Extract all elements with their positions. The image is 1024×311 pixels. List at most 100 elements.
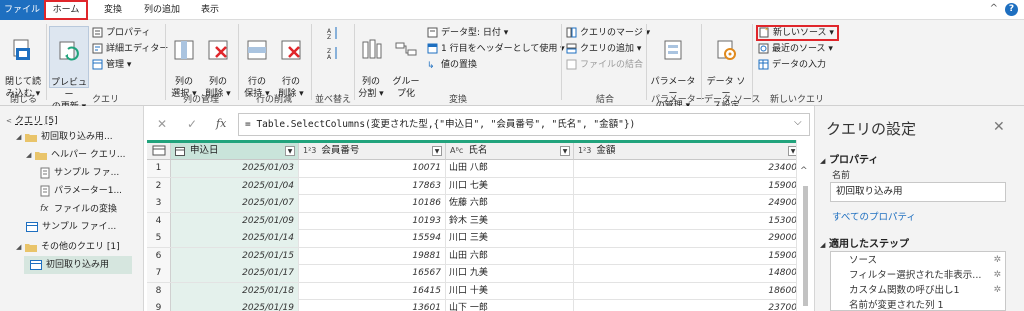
cell-name[interactable]: 川口 九美 xyxy=(446,265,574,282)
cell-member-number[interactable]: 10193 xyxy=(299,212,446,230)
combine-files-button[interactable]: ファイルの結合 xyxy=(566,58,643,72)
cell-date[interactable]: 2025/01/09 xyxy=(171,212,299,230)
tab-view[interactable]: 表示 xyxy=(190,0,230,20)
cell-member-number[interactable]: 19881 xyxy=(299,247,446,265)
scrollbar-thumb[interactable] xyxy=(803,186,808,306)
remove-columns-button[interactable]: 列の 削除 ▾ xyxy=(203,26,233,100)
cell-amount[interactable]: 24900 xyxy=(574,195,802,212)
tab-file[interactable]: ファイル xyxy=(0,0,44,20)
close-and-load-button[interactable]: 閉じて読 み込む ▾ xyxy=(4,26,42,100)
applied-steps-section-header[interactable]: ◢ 適用したステップ xyxy=(820,235,909,250)
group-by-button[interactable]: グルー プ化 xyxy=(390,26,422,100)
cell-date[interactable]: 2025/01/17 xyxy=(171,265,299,282)
query-group-other[interactable]: ◢ その他のクエリ [1] xyxy=(16,238,120,256)
column-header-date[interactable]: 申込日 ▼ xyxy=(171,143,299,160)
cell-amount[interactable]: 23700 xyxy=(574,300,802,311)
expand-formula-icon[interactable]: ⌵ xyxy=(794,117,802,128)
properties-section-header[interactable]: ◢ プロパティ xyxy=(820,151,878,166)
tab-home[interactable]: ホーム xyxy=(44,0,88,20)
confirm-formula-icon[interactable]: ✓ xyxy=(187,117,197,131)
cell-date[interactable]: 2025/01/19 xyxy=(171,300,299,311)
table-row[interactable]: 5 2025/01/14 15594 川口 三美 29000 xyxy=(147,230,802,248)
data-type-dropdown[interactable]: データ型: 日付 ▾ xyxy=(427,26,508,40)
vertical-scrollbar[interactable]: ^ xyxy=(796,140,814,311)
table-row[interactable]: 1 2025/01/03 10071 山田 八郎 23400 xyxy=(147,160,802,178)
cell-date[interactable]: 2025/01/18 xyxy=(171,282,299,300)
cell-name[interactable]: 川口 七美 xyxy=(446,177,574,195)
cell-member-number[interactable]: 13601 xyxy=(299,300,446,311)
table-row[interactable]: 6 2025/01/15 19881 山田 六郎 15900 xyxy=(147,247,802,265)
new-source-button[interactable]: * 新しいソース ▾ xyxy=(756,25,839,41)
gear-icon[interactable]: ✲ xyxy=(993,283,1001,298)
column-header-amount[interactable]: 1²3 金額 ▼ xyxy=(574,143,802,160)
replace-values-button[interactable]: ↳ 値の置換 xyxy=(427,58,477,72)
query-item-transform-file[interactable]: fx ファイルの変換 xyxy=(40,200,117,218)
scroll-up-icon[interactable]: ^ xyxy=(800,166,808,176)
enter-data-button[interactable]: データの入力 xyxy=(758,58,826,72)
column-filter-dropdown-icon[interactable]: ▼ xyxy=(432,146,442,156)
advanced-editor-button[interactable]: 詳細エディター xyxy=(92,42,168,56)
query-item-sample-file[interactable]: サンプル ファ... xyxy=(40,164,119,182)
query-item-selected[interactable]: 初回取り込み用 xyxy=(24,256,132,274)
merge-queries-button[interactable]: クエリのマージ ▾ xyxy=(566,26,650,40)
use-first-row-as-headers-button[interactable]: 1 行目をヘッダーとして使用 ▾ xyxy=(427,42,565,56)
column-header-name[interactable]: Aᴮc 氏名 ▼ xyxy=(446,143,574,160)
cell-name[interactable]: 佐藤 六郎 xyxy=(446,195,574,212)
cell-member-number[interactable]: 10071 xyxy=(299,160,446,177)
table-row[interactable]: 4 2025/01/09 10193 鈴木 三美 15300 xyxy=(147,212,802,230)
keep-rows-button[interactable]: 行の 保持 ▾ xyxy=(242,26,272,100)
cell-amount[interactable]: 18600 xyxy=(574,282,802,300)
cell-member-number[interactable]: 17863 xyxy=(299,177,446,195)
cell-date[interactable]: 2025/01/14 xyxy=(171,230,299,247)
table-row[interactable]: 2 2025/01/04 17863 川口 七美 15900 xyxy=(147,177,802,195)
table-row[interactable]: 8 2025/01/18 16415 川口 十美 18600 xyxy=(147,282,802,300)
table-row[interactable]: 3 2025/01/07 10186 佐藤 六郎 24900 xyxy=(147,195,802,213)
cell-name[interactable]: 川口 三美 xyxy=(446,230,574,247)
cell-amount[interactable]: 14800 xyxy=(574,265,802,282)
gear-icon[interactable]: ✲ xyxy=(993,253,1001,268)
cell-name[interactable]: 川口 十美 xyxy=(446,282,574,300)
append-queries-button[interactable]: クエリの追加 ▾ xyxy=(566,42,641,56)
collapse-ribbon-icon[interactable]: ^ xyxy=(990,3,998,14)
cell-amount[interactable]: 15300 xyxy=(574,212,802,230)
cell-date[interactable]: 2025/01/03 xyxy=(171,160,299,177)
applied-step-item[interactable]: ソース ✲ xyxy=(831,253,1005,268)
cell-member-number[interactable]: 10186 xyxy=(299,195,446,212)
refresh-preview-button[interactable]: プレビュー の更新 ▾ xyxy=(49,26,89,112)
gear-icon[interactable]: ✲ xyxy=(993,268,1001,283)
applied-step-item[interactable]: カスタム関数の呼び出し1 ✲ xyxy=(831,283,1005,298)
split-column-button[interactable]: 列の 分割 ▾ xyxy=(357,26,385,100)
cell-amount[interactable]: 15900 xyxy=(574,177,802,195)
query-group-initial[interactable]: ◢ 初回取り込み用... xyxy=(16,128,113,146)
cell-date[interactable]: 2025/01/07 xyxy=(171,195,299,212)
close-icon[interactable]: ✕ xyxy=(993,119,1005,135)
properties-button[interactable]: プロパティ xyxy=(92,26,150,40)
table-row[interactable]: 7 2025/01/17 16567 川口 九美 14800 xyxy=(147,265,802,283)
sort-descending-button[interactable]: ZA xyxy=(327,46,342,60)
cell-amount[interactable]: 15900 xyxy=(574,247,802,265)
help-icon[interactable]: ? xyxy=(1005,3,1018,16)
cell-amount[interactable]: 23400 xyxy=(574,160,802,177)
cell-member-number[interactable]: 15594 xyxy=(299,230,446,247)
table-row[interactable]: 9 2025/01/19 13601 山下 一郎 23700 xyxy=(147,300,802,311)
applied-step-item[interactable]: 名前が変更された列 1 xyxy=(831,298,1005,311)
choose-columns-button[interactable]: 列の 選択 ▾ xyxy=(169,26,199,100)
tab-add-column[interactable]: 列の追加 xyxy=(134,0,190,20)
tab-transform[interactable]: 変換 xyxy=(92,0,134,20)
column-filter-dropdown-icon[interactable]: ▼ xyxy=(285,146,295,156)
manage-button[interactable]: 管理 ▾ xyxy=(92,58,131,72)
cell-member-number[interactable]: 16567 xyxy=(299,265,446,282)
query-item-parameter[interactable]: パラメーター1... xyxy=(40,182,122,200)
cancel-formula-icon[interactable]: ✕ xyxy=(157,117,167,131)
all-properties-link[interactable]: すべてのプロパティ xyxy=(832,209,916,223)
cell-name[interactable]: 山下 一郎 xyxy=(446,300,574,311)
recent-sources-button[interactable]: 最近のソース ▾ xyxy=(758,42,833,56)
cell-date[interactable]: 2025/01/04 xyxy=(171,177,299,195)
fx-icon[interactable]: fx xyxy=(216,117,226,130)
cell-amount[interactable]: 29000 xyxy=(574,230,802,247)
remove-rows-button[interactable]: 行の 削除 ▾ xyxy=(276,26,306,100)
applied-step-item[interactable]: フィルター選択された非表示... ✲ xyxy=(831,268,1005,283)
cell-name[interactable]: 山田 六郎 xyxy=(446,247,574,265)
cell-name[interactable]: 鈴木 三美 xyxy=(446,212,574,230)
select-all-table-icon[interactable] xyxy=(147,143,171,160)
